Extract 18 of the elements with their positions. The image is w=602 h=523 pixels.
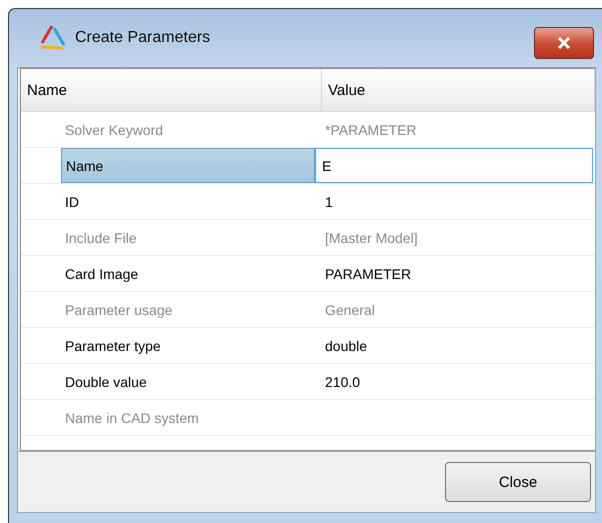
property-name[interactable]: Double value: [61, 364, 315, 399]
property-value: 210.0: [324, 372, 362, 392]
window-title: Create Parameters: [75, 29, 210, 47]
property-value: PARAMETER: [324, 264, 412, 284]
property-value: 1: [324, 192, 334, 212]
column-header[interactable]: Value: [322, 69, 595, 111]
property-value: *PARAMETER: [324, 120, 418, 140]
value-field[interactable]: E: [315, 148, 593, 183]
property-name[interactable]: ID: [61, 184, 315, 219]
column-header[interactable]: Name: [21, 69, 322, 111]
property-value: double: [324, 336, 368, 356]
close-button[interactable]: Close: [445, 462, 591, 502]
property-value: [Master Model]: [324, 228, 419, 248]
property-name[interactable]: Parameter type: [61, 328, 315, 363]
property-value: General: [324, 300, 376, 320]
property-name[interactable]: Card Image: [61, 256, 315, 291]
property-name[interactable]: Name: [61, 148, 315, 183]
window-close-button[interactable]: [534, 27, 594, 59]
